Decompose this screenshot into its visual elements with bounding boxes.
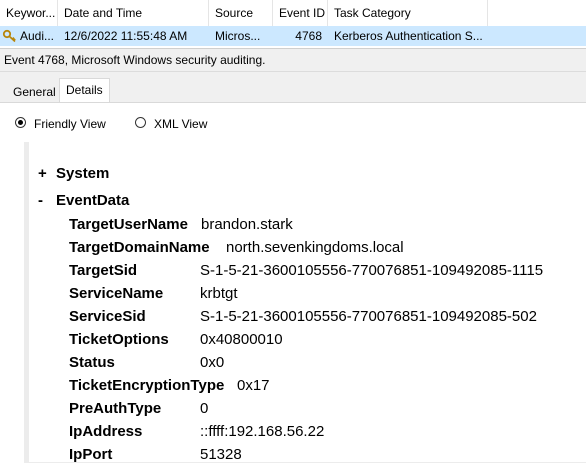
- system-node[interactable]: System: [56, 165, 109, 182]
- field-target-domain-name: TargetDomainName north.sevenkingdoms.loc…: [69, 239, 569, 261]
- field-value[interactable]: ::ffff:192.168.56.22: [200, 423, 324, 440]
- tab-general[interactable]: General: [8, 82, 61, 102]
- xml-view-radio[interactable]: [135, 117, 146, 128]
- field-value[interactable]: krbtgt: [200, 285, 238, 302]
- column-header-source[interactable]: Source: [209, 0, 273, 26]
- field-name: TargetUserName: [69, 216, 188, 233]
- field-service-sid: ServiceSid S-1-5-21-3600105556-770076851…: [69, 308, 586, 330]
- field-name: TargetSid: [69, 262, 138, 279]
- system-expand-toggle[interactable]: +: [38, 165, 47, 182]
- event-row-selected[interactable]: Audi... 12/6/2022 11:55:48 AM Micros... …: [0, 26, 586, 46]
- friendly-view-label: Friendly View: [34, 117, 106, 131]
- field-value[interactable]: 51328: [200, 446, 242, 463]
- event-task-category: Kerberos Authentication S...: [334, 29, 483, 43]
- field-ticket-encryption-type: TicketEncryptionType 0x17: [69, 377, 569, 399]
- field-name: TargetDomainName: [69, 239, 210, 256]
- tab-bar: General Details: [0, 72, 586, 103]
- event-keywords: Audi...: [20, 29, 55, 43]
- event-list-header: Keywor... Date and Time Source Event ID …: [0, 0, 586, 26]
- friendly-view-content: + System - EventData TargetUserName bran…: [29, 141, 586, 463]
- field-value[interactable]: north.sevenkingdoms.local: [226, 239, 404, 256]
- event-id: 4768: [295, 29, 322, 43]
- field-name: IpAddress: [69, 423, 143, 440]
- event-description-bar: Event 4768, Microsoft Windows security a…: [0, 48, 586, 72]
- friendly-view-option[interactable]: Friendly View: [15, 115, 125, 133]
- event-date-time: 12/6/2022 11:55:48 AM: [64, 29, 188, 43]
- event-list: Keywor... Date and Time Source Event ID …: [0, 0, 586, 48]
- event-source: Micros...: [215, 29, 261, 43]
- details-panel: Friendly View XML View + System - EventD…: [0, 102, 586, 463]
- eventdata-node[interactable]: EventData: [56, 192, 129, 209]
- field-value[interactable]: S-1-5-21-3600105556-770076851-109492085-…: [200, 308, 537, 325]
- tab-details[interactable]: Details: [59, 78, 110, 103]
- field-status: Status 0x0: [69, 354, 569, 376]
- eventdata-collapse-toggle[interactable]: -: [38, 192, 43, 209]
- field-value[interactable]: 0: [200, 400, 208, 417]
- column-header-task-category[interactable]: Task Category: [328, 0, 488, 26]
- field-value[interactable]: 0x40800010: [200, 331, 283, 348]
- field-name: PreAuthType: [69, 400, 162, 417]
- field-value[interactable]: 0x17: [237, 377, 270, 394]
- event-description: Event 4768, Microsoft Windows security a…: [4, 53, 266, 67]
- field-name: IpPort: [69, 446, 113, 463]
- column-header-keywords[interactable]: Keywor...: [0, 0, 58, 26]
- field-name: ServiceSid: [69, 308, 146, 325]
- field-name: TicketOptions: [69, 331, 169, 348]
- field-ticket-options: TicketOptions 0x40800010: [69, 331, 569, 353]
- field-service-name: ServiceName krbtgt: [69, 285, 569, 307]
- column-header-event-id[interactable]: Event ID: [273, 0, 328, 26]
- field-value[interactable]: brandon.stark: [201, 216, 293, 233]
- field-name: TicketEncryptionType: [69, 377, 225, 394]
- xml-view-label: XML View: [154, 117, 208, 131]
- field-name: ServiceName: [69, 285, 164, 302]
- field-ip-port: IpPort 51328: [69, 446, 569, 468]
- field-target-user-name: TargetUserName brandon.stark: [69, 216, 569, 238]
- field-value[interactable]: S-1-5-21-3600105556-770076851-109492085-…: [200, 262, 543, 279]
- key-icon: [2, 28, 18, 44]
- field-preauth-type: PreAuthType 0: [69, 400, 569, 422]
- friendly-view-radio[interactable]: [15, 117, 26, 128]
- column-header-date-time[interactable]: Date and Time: [58, 0, 209, 26]
- xml-view-option[interactable]: XML View: [135, 115, 225, 133]
- field-name: Status: [69, 354, 115, 371]
- field-ip-address: IpAddress ::ffff:192.168.56.22: [69, 423, 569, 445]
- field-target-sid: TargetSid S-1-5-21-3600105556-770076851-…: [69, 262, 586, 284]
- field-value[interactable]: 0x0: [200, 354, 224, 371]
